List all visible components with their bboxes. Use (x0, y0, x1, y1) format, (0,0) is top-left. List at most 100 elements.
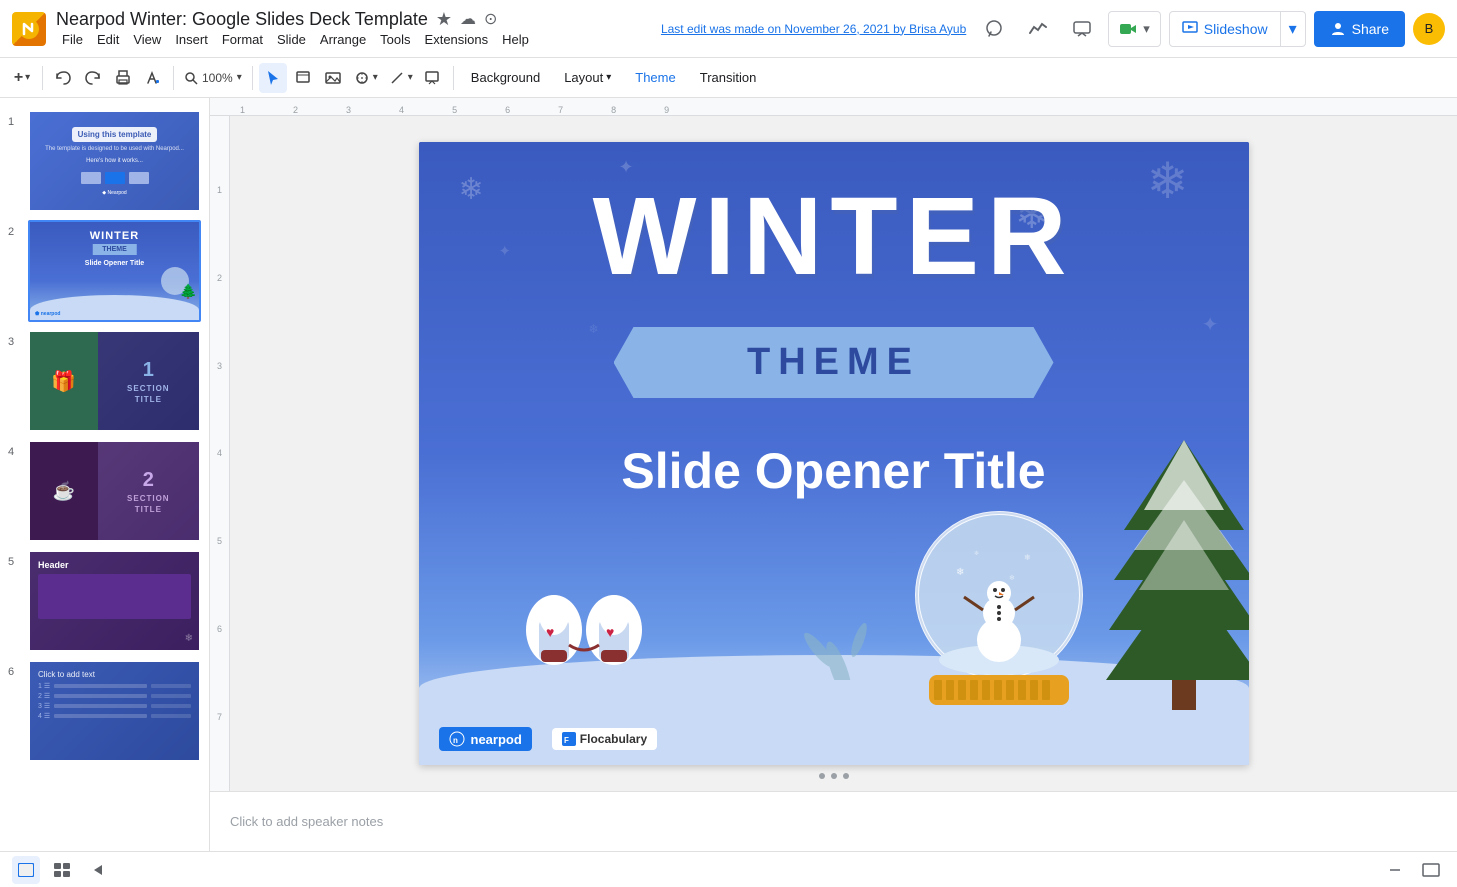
activity-icon[interactable] (1020, 11, 1056, 47)
title-area: Nearpod Winter: Google Slides Deck Templ… (56, 9, 651, 49)
slide-thumb-6: Click to add text 1 ☰ 2 ☰ 3 ☰ 4 ☰ (30, 662, 199, 760)
snowflake-4: ❄ (1147, 152, 1189, 210)
star-icon[interactable]: ★ (436, 9, 452, 30)
share-label: Share (1352, 21, 1389, 37)
menu-tools[interactable]: Tools (374, 30, 416, 49)
slide-number-1: 1 (8, 116, 22, 128)
winter-title: WINTER (593, 182, 1075, 292)
snowflake-5: ✦ (1202, 312, 1219, 337)
ruler-horizontal: 1 2 3 4 5 6 7 8 9 (210, 98, 1457, 116)
top-right-actions: ▾ Slideshow ▾ Share B (976, 11, 1445, 47)
document-title: Nearpod Winter: Google Slides Deck Templ… (56, 9, 651, 30)
panel-toggle-btn[interactable] (84, 856, 112, 884)
background-btn[interactable]: Background (460, 63, 551, 93)
redo-btn[interactable] (79, 63, 107, 93)
slide-number-6: 6 (8, 666, 22, 678)
slide-number-3: 3 (8, 336, 22, 348)
comment-tool-btn[interactable] (419, 63, 447, 93)
slideshow-dropdown-arrow[interactable]: ▾ (1281, 12, 1305, 46)
theme-btn[interactable]: Theme (624, 63, 686, 93)
menu-slide[interactable]: Slide (271, 30, 312, 49)
main-slide[interactable]: ❄ ✦ ❄ ❄ ✦ ✦ ✦ ❄ WINTER THEME (419, 142, 1249, 765)
slideshow-label: Slideshow (1204, 21, 1268, 37)
title-text: Nearpod Winter: Google Slides Deck Templ… (56, 9, 428, 30)
slide-thumb-wrapper-4: ☕ 2 SECTION TITLE (28, 440, 201, 542)
menu-insert[interactable]: Insert (169, 30, 214, 49)
toolbar-separator-1 (42, 66, 43, 90)
layout-label: Layout (564, 70, 603, 85)
menu-arrange[interactable]: Arrange (314, 30, 372, 49)
user-avatar[interactable]: B (1413, 13, 1445, 45)
svg-text:❄: ❄ (1024, 553, 1031, 562)
theme-banner: THEME (614, 327, 1054, 398)
add-slide-btn[interactable]: + ▾ (8, 63, 36, 93)
slide-thumb-5: Header ❄ (30, 552, 199, 650)
toolbar-separator-3 (252, 66, 253, 90)
slide-item-2[interactable]: 2 WINTER THEME Slide Opener Title ⬟ near… (0, 216, 209, 326)
snowflake-1: ❄ (459, 172, 484, 207)
slide-thumb-wrapper-3: 🎁 1 SECTION TITLE (28, 330, 201, 432)
christmas-tree (1104, 430, 1249, 735)
pine-branch-left (799, 560, 879, 685)
svg-text:♥: ♥ (546, 624, 554, 640)
svg-text:❄: ❄ (956, 567, 964, 578)
slide-item-3[interactable]: 3 🎁 1 SECTION TITLE (0, 326, 209, 436)
snow-globe: ❄ ❄ ❄ ❄ (904, 505, 1094, 720)
grid-view-btn[interactable] (48, 856, 76, 884)
undo-btn[interactable] (49, 63, 77, 93)
meet-btn[interactable]: ▾ (1108, 11, 1161, 47)
menu-file[interactable]: File (56, 30, 89, 49)
frame-tool-btn[interactable] (289, 63, 317, 93)
slide-thumb-wrapper-5: Header ❄ (28, 550, 201, 652)
shapes-tool-btn[interactable]: ▾ (349, 63, 382, 93)
svg-text:♥: ♥ (606, 624, 614, 640)
cursor-tool-btn[interactable] (259, 63, 287, 93)
snowflake-6: ✦ (499, 242, 512, 260)
mittens: ♥ ♥ (519, 565, 649, 680)
svg-text:F: F (564, 736, 569, 745)
last-edit-link[interactable]: Last edit was made on November 26, 2021 … (661, 22, 966, 36)
menu-bar: File Edit View Insert Format Slide Arran… (56, 30, 651, 49)
slide-thumb-2: WINTER THEME Slide Opener Title ⬟ nearpo… (30, 222, 199, 320)
notes-area[interactable]: Click to add speaker notes (210, 791, 1457, 851)
slideshow-btn-main[interactable]: Slideshow (1170, 12, 1281, 46)
slide-item-6[interactable]: 6 Click to add text 1 ☰ 2 ☰ 3 ☰ 4 ☰ (0, 656, 209, 766)
main-content: 1 Using this template The template is de… (0, 98, 1457, 851)
zoom-value: 100% (202, 71, 233, 85)
slide-view-btn[interactable] (12, 856, 40, 884)
zoom-btn[interactable]: 100% ▾ (180, 63, 246, 93)
toolbar-separator-4 (453, 66, 454, 90)
menu-format[interactable]: Format (216, 30, 269, 49)
ruler-vertical: 1234567 (210, 116, 230, 791)
slide-item-4[interactable]: 4 ☕ 2 SECTION TITLE (0, 436, 209, 546)
theme-text: THEME (747, 341, 920, 383)
toolbar: + ▾ 100% ▾ ▾ ▾ Background Layout (0, 58, 1457, 98)
comments-icon[interactable] (976, 11, 1012, 47)
bottom-bar (0, 851, 1457, 887)
slide-item-1[interactable]: 1 Using this template The template is de… (0, 106, 209, 216)
image-tool-btn[interactable] (319, 63, 347, 93)
nearpod-logo: n nearpod (439, 727, 532, 751)
fit-page-btn[interactable] (1417, 856, 1445, 884)
menu-view[interactable]: View (127, 30, 167, 49)
slide-thumb-wrapper-1: Using this template The template is desi… (28, 110, 201, 212)
zoom-out-btn[interactable] (1381, 856, 1409, 884)
menu-extensions[interactable]: Extensions (419, 30, 495, 49)
print-btn[interactable] (109, 63, 137, 93)
slide-number-2: 2 (8, 226, 22, 238)
slide-item-5[interactable]: 5 Header ❄ (0, 546, 209, 656)
chat-icon[interactable] (1064, 11, 1100, 47)
drive-icon: ⊙ (484, 9, 497, 29)
share-button[interactable]: Share (1314, 11, 1405, 47)
menu-help[interactable]: Help (496, 30, 535, 49)
menu-edit[interactable]: Edit (91, 30, 125, 49)
transition-btn[interactable]: Transition (689, 63, 768, 93)
snowflake-8: ❄ (589, 322, 599, 336)
slide-thumb-wrapper-6: Click to add text 1 ☰ 2 ☰ 3 ☰ 4 ☰ (28, 660, 201, 762)
slideshow-button[interactable]: Slideshow ▾ (1169, 11, 1306, 47)
paint-format-btn[interactable] (139, 63, 167, 93)
line-tool-btn[interactable]: ▾ (384, 63, 417, 93)
layout-btn[interactable]: Layout ▾ (553, 63, 622, 93)
top-bar: Nearpod Winter: Google Slides Deck Templ… (0, 0, 1457, 58)
slide-thumb-wrapper-2: WINTER THEME Slide Opener Title ⬟ nearpo… (28, 220, 201, 322)
